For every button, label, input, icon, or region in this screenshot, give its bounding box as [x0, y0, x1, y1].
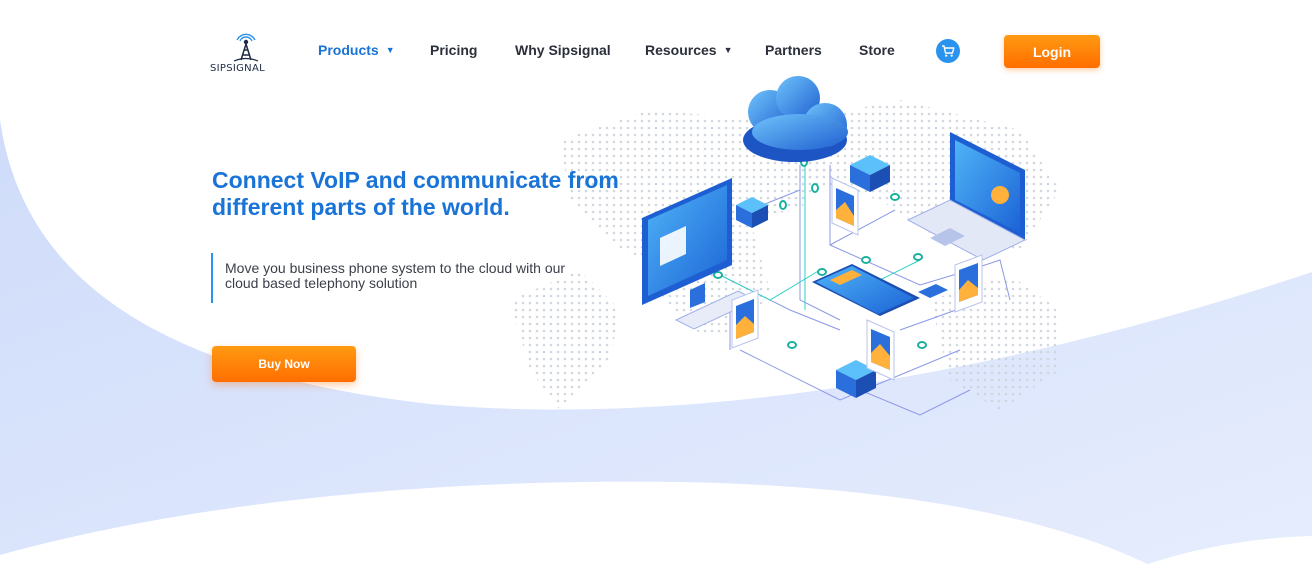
- site-header: SIPSIGNAL Products ▼ Pricing Why Sipsign…: [0, 0, 1312, 100]
- isometric-cloud-network-illustration: [510, 76, 1060, 416]
- cart-icon: [942, 45, 955, 57]
- buy-now-button[interactable]: Buy Now: [212, 346, 356, 382]
- brand-name: SIPSIGNAL: [210, 63, 265, 74]
- nav-partners[interactable]: Partners: [765, 42, 822, 58]
- image-card: [954, 254, 983, 313]
- login-button[interactable]: Login: [1004, 35, 1100, 68]
- nav-store[interactable]: Store: [859, 42, 895, 58]
- brand-logo[interactable]: SIPSIGNAL: [210, 30, 284, 76]
- nav-resources[interactable]: Resources ▼: [645, 42, 733, 58]
- hero-title: Connect VoIP and communicate from differ…: [212, 167, 619, 220]
- nav-label: Partners: [765, 42, 822, 58]
- hero-subtitle-block: Move you business phone system to the cl…: [211, 253, 575, 303]
- smartphone: [812, 264, 948, 316]
- nav-label: Why Sipsignal: [515, 42, 611, 58]
- nav-label: Store: [859, 42, 895, 58]
- antenna-tower-icon: [233, 33, 259, 62]
- nav-label: Resources: [645, 42, 717, 58]
- caret-down-icon: ▼: [385, 44, 395, 55]
- nav-pricing[interactable]: Pricing: [430, 42, 477, 58]
- hero-subtitle: Move you business phone system to the cl…: [225, 260, 566, 291]
- nav-why-sipsignal[interactable]: Why Sipsignal: [515, 42, 611, 58]
- cart-button[interactable]: [936, 39, 960, 63]
- caret-down-icon: ▼: [723, 44, 733, 55]
- nav-label: Pricing: [430, 42, 478, 58]
- nav-products[interactable]: Products ▼: [318, 42, 395, 58]
- image-card: [731, 289, 759, 349]
- nav-label: Products: [318, 42, 379, 58]
